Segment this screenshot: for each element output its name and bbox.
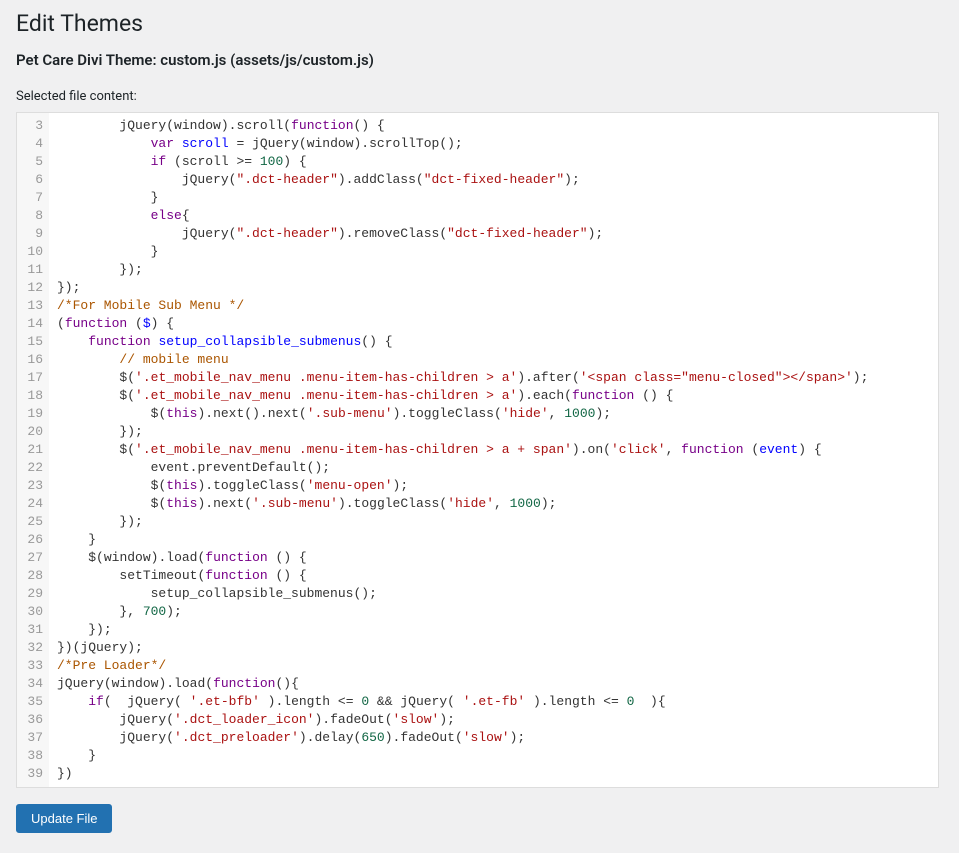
line-number: 8: [21, 207, 43, 225]
code-line[interactable]: }: [57, 531, 930, 549]
file-title: Pet Care Divi Theme: custom.js (assets/j…: [16, 51, 939, 69]
line-number: 17: [21, 369, 43, 387]
line-number: 34: [21, 675, 43, 693]
line-number: 39: [21, 765, 43, 783]
code-line[interactable]: });: [57, 513, 930, 531]
code-line[interactable]: }: [57, 747, 930, 765]
line-number: 35: [21, 693, 43, 711]
code-line[interactable]: $(this).toggleClass('menu-open');: [57, 477, 930, 495]
line-number: 26: [21, 531, 43, 549]
code-line[interactable]: jQuery(".dct-header").removeClass("dct-f…: [57, 225, 930, 243]
code-line[interactable]: });: [57, 423, 930, 441]
line-number: 30: [21, 603, 43, 621]
line-number: 36: [21, 711, 43, 729]
code-line[interactable]: /*Pre Loader*/: [57, 657, 930, 675]
line-number: 7: [21, 189, 43, 207]
code-line[interactable]: jQuery('.dct_preloader').delay(650).fade…: [57, 729, 930, 747]
line-number: 28: [21, 567, 43, 585]
selected-file-label: Selected file content:: [16, 89, 939, 104]
line-number: 16: [21, 351, 43, 369]
line-number: 24: [21, 495, 43, 513]
code-line[interactable]: });: [57, 279, 930, 297]
code-line[interactable]: /*For Mobile Sub Menu */: [57, 297, 930, 315]
line-number: 9: [21, 225, 43, 243]
code-line[interactable]: $(this).next().next('.sub-menu').toggleC…: [57, 405, 930, 423]
line-number: 37: [21, 729, 43, 747]
code-editor[interactable]: 3456789101112131415161718192021222324252…: [16, 112, 939, 788]
line-number: 14: [21, 315, 43, 333]
line-number: 18: [21, 387, 43, 405]
line-number-gutter: 3456789101112131415161718192021222324252…: [17, 113, 49, 787]
line-number: 25: [21, 513, 43, 531]
line-number: 11: [21, 261, 43, 279]
code-line[interactable]: jQuery(window).load(function(){: [57, 675, 930, 693]
line-number: 6: [21, 171, 43, 189]
code-line[interactable]: if( jQuery( '.et-bfb' ).length <= 0 && j…: [57, 693, 930, 711]
line-number: 29: [21, 585, 43, 603]
code-line[interactable]: if (scroll >= 100) {: [57, 153, 930, 171]
code-line[interactable]: });: [57, 261, 930, 279]
update-file-button[interactable]: Update File: [16, 804, 112, 833]
line-number: 3: [21, 117, 43, 135]
line-number: 38: [21, 747, 43, 765]
code-line[interactable]: else{: [57, 207, 930, 225]
code-line[interactable]: (function ($) {: [57, 315, 930, 333]
line-number: 5: [21, 153, 43, 171]
line-number: 33: [21, 657, 43, 675]
code-line[interactable]: jQuery(".dct-header").addClass("dct-fixe…: [57, 171, 930, 189]
line-number: 31: [21, 621, 43, 639]
code-line[interactable]: jQuery(window).scroll(function() {: [57, 117, 930, 135]
line-number: 13: [21, 297, 43, 315]
code-line[interactable]: $('.et_mobile_nav_menu .menu-item-has-ch…: [57, 387, 930, 405]
line-number: 19: [21, 405, 43, 423]
code-line[interactable]: $(this).next('.sub-menu').toggleClass('h…: [57, 495, 930, 513]
code-line[interactable]: }: [57, 243, 930, 261]
code-line[interactable]: setup_collapsible_submenus();: [57, 585, 930, 603]
code-line[interactable]: })(jQuery);: [57, 639, 930, 657]
line-number: 23: [21, 477, 43, 495]
line-number: 22: [21, 459, 43, 477]
line-number: 4: [21, 135, 43, 153]
line-number: 12: [21, 279, 43, 297]
code-line[interactable]: // mobile menu: [57, 351, 930, 369]
line-number: 10: [21, 243, 43, 261]
code-line[interactable]: }): [57, 765, 930, 783]
line-number: 21: [21, 441, 43, 459]
code-line[interactable]: });: [57, 621, 930, 639]
code-line[interactable]: var scroll = jQuery(window).scrollTop();: [57, 135, 930, 153]
code-line[interactable]: function setup_collapsible_submenus() {: [57, 333, 930, 351]
code-line[interactable]: }, 700);: [57, 603, 930, 621]
line-number: 20: [21, 423, 43, 441]
code-line[interactable]: $('.et_mobile_nav_menu .menu-item-has-ch…: [57, 441, 930, 459]
code-line[interactable]: $('.et_mobile_nav_menu .menu-item-has-ch…: [57, 369, 930, 387]
line-number: 15: [21, 333, 43, 351]
code-content[interactable]: jQuery(window).scroll(function() { var s…: [49, 113, 938, 787]
code-line[interactable]: }: [57, 189, 930, 207]
code-line[interactable]: event.preventDefault();: [57, 459, 930, 477]
code-line[interactable]: jQuery('.dct_loader_icon').fadeOut('slow…: [57, 711, 930, 729]
code-line[interactable]: $(window).load(function () {: [57, 549, 930, 567]
page-title: Edit Themes: [16, 10, 939, 37]
code-line[interactable]: setTimeout(function () {: [57, 567, 930, 585]
line-number: 32: [21, 639, 43, 657]
line-number: 27: [21, 549, 43, 567]
